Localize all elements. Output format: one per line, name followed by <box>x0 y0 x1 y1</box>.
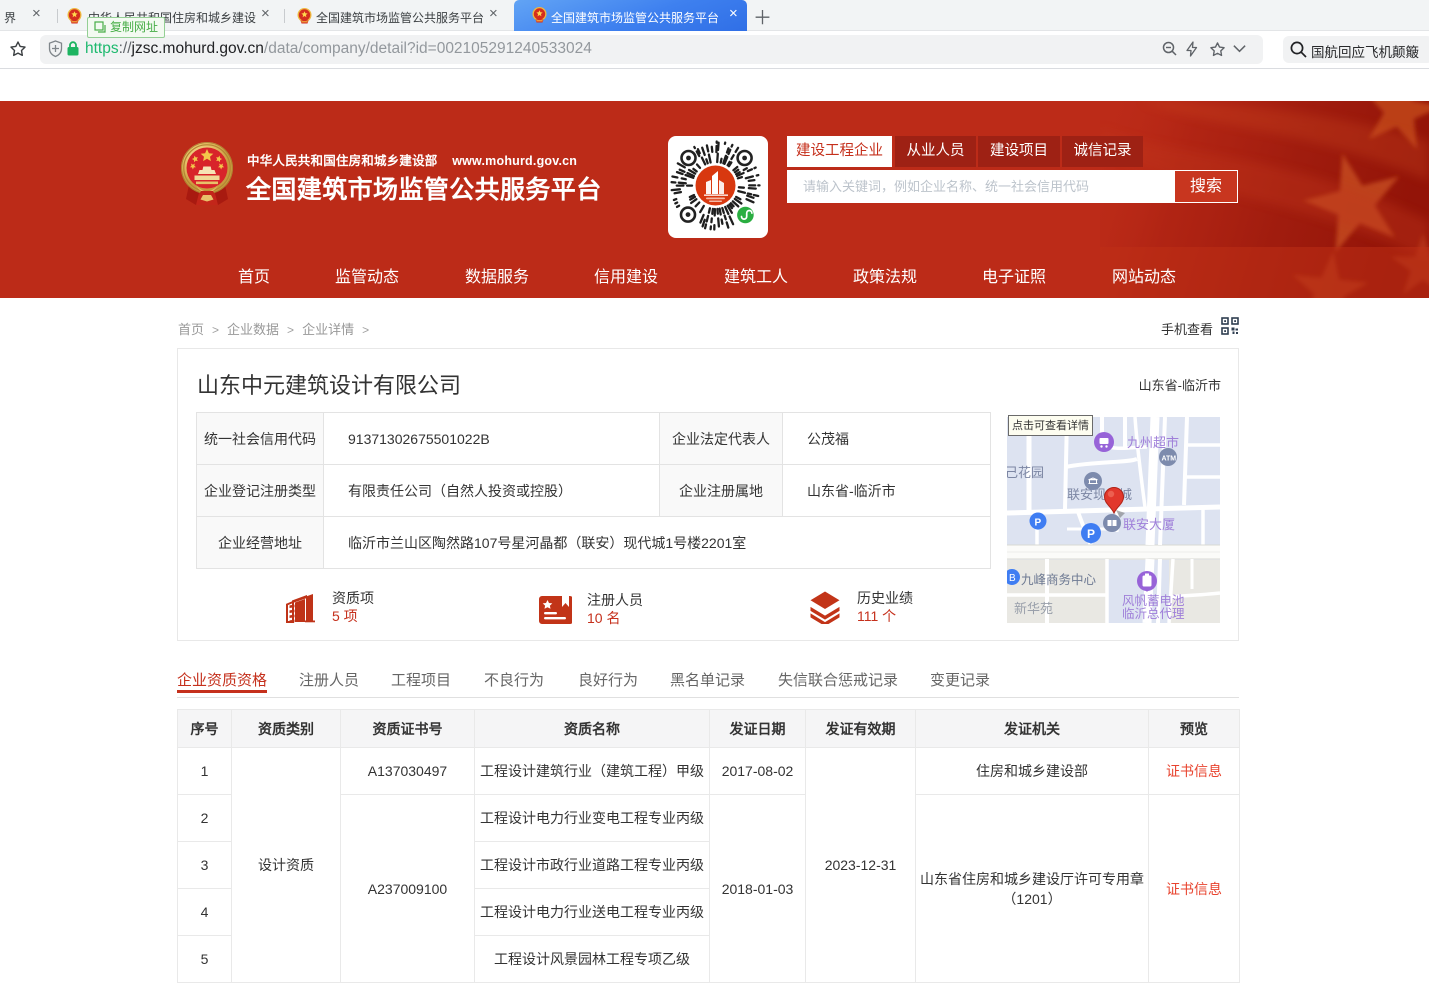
svg-text:ATM: ATM <box>1162 456 1177 463</box>
svg-text:九州超市: 九州超市 <box>1127 435 1179 450</box>
svg-text:联安大厦: 联安大厦 <box>1123 517 1175 532</box>
svg-text:己花园: 己花园 <box>1007 465 1044 480</box>
svg-text:P: P <box>1035 518 1042 529</box>
svg-text:P: P <box>1087 527 1095 541</box>
svg-text:九峰商务中心: 九峰商务中心 <box>1021 572 1097 587</box>
svg-text:新华苑: 新华苑 <box>1014 601 1053 616</box>
svg-text:临沂总代理: 临沂总代理 <box>1122 607 1185 621</box>
svg-text:B: B <box>1009 573 1016 584</box>
svg-text:风帆蓄电池: 风帆蓄电池 <box>1122 593 1185 608</box>
